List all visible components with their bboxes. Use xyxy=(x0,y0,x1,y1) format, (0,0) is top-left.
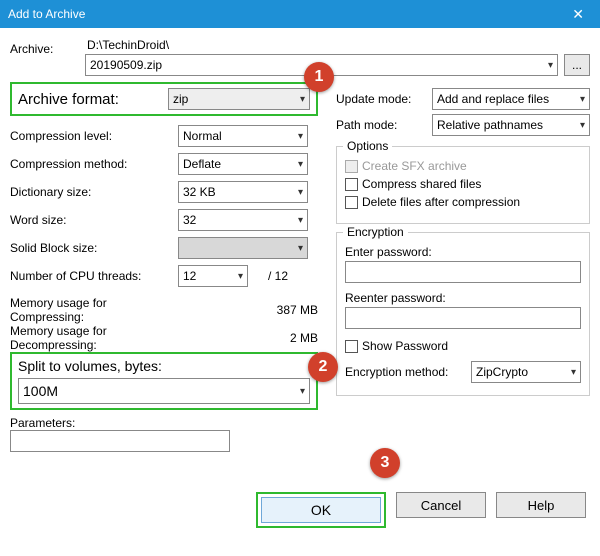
ok-highlight: OK xyxy=(256,492,386,528)
mem-compress-label: Memory usage for Compressing: xyxy=(10,296,178,324)
cpu-threads-combo[interactable]: 12 ▾ xyxy=(178,265,248,287)
chevron-down-icon: ▾ xyxy=(298,131,303,142)
compression-level-value: Normal xyxy=(183,129,222,143)
archive-path-text: D:\TechinDroid\ xyxy=(85,36,590,54)
compression-method-combo[interactable]: Deflate ▾ xyxy=(178,153,308,175)
help-label: Help xyxy=(528,498,555,513)
word-size-combo[interactable]: 32 ▾ xyxy=(178,209,308,231)
titlebar: Add to Archive ✕ xyxy=(0,0,600,28)
create-sfx-label: Create SFX archive xyxy=(362,159,467,173)
options-title: Options xyxy=(343,139,392,153)
parameters-label: Parameters: xyxy=(10,416,318,430)
compression-level-label: Compression level: xyxy=(10,129,178,143)
checkbox-icon xyxy=(345,196,358,209)
left-column: 1 Archive format: zip ▾ Compression leve… xyxy=(10,82,318,452)
right-column: Update mode: Add and replace files ▾ Pat… xyxy=(336,82,590,452)
delete-after-label: Delete files after compression xyxy=(362,195,520,209)
archive-filename-value: 20190509.zip xyxy=(90,58,162,72)
split-volumes-highlight: Split to volumes, bytes: 100M ▾ xyxy=(10,352,318,410)
encryption-method-value: ZipCrypto xyxy=(476,365,528,379)
chevron-down-icon: ▾ xyxy=(548,60,553,71)
show-password-label: Show Password xyxy=(362,339,448,353)
parameters-input[interactable] xyxy=(10,430,230,452)
badge-1: 1 xyxy=(304,62,334,92)
dictionary-size-combo[interactable]: 32 KB ▾ xyxy=(178,181,308,203)
window-title: Add to Archive xyxy=(8,7,85,21)
browse-button[interactable]: ... xyxy=(564,54,590,76)
reenter-password-label: Reenter password: xyxy=(345,291,581,305)
encryption-title: Encryption xyxy=(343,225,408,239)
chevron-down-icon: ▾ xyxy=(298,159,303,170)
chevron-down-icon: ▾ xyxy=(298,187,303,198)
archive-format-combo[interactable]: zip ▾ xyxy=(168,88,310,110)
cpu-threads-value: 12 xyxy=(183,269,196,283)
chevron-down-icon: ▾ xyxy=(300,386,305,397)
mem-compress-value: 387 MB xyxy=(178,303,318,317)
mem-decompress-value: 2 MB xyxy=(178,331,318,345)
split-volumes-combo[interactable]: 100M ▾ xyxy=(18,378,310,404)
compression-method-label: Compression method: xyxy=(10,157,178,171)
chevron-down-icon: ▾ xyxy=(571,367,576,378)
ok-label: OK xyxy=(311,502,331,518)
archive-format-value: zip xyxy=(173,92,188,106)
compress-shared-checkbox[interactable]: Compress shared files xyxy=(345,177,581,191)
badge-2: 2 xyxy=(308,352,338,382)
cpu-threads-total: / 12 xyxy=(248,269,288,283)
solid-block-label: Solid Block size: xyxy=(10,241,178,255)
dialog-content: Archive: D:\TechinDroid\ 20190509.zip ▾ … xyxy=(0,28,600,452)
dictionary-size-label: Dictionary size: xyxy=(10,185,178,199)
enter-password-label: Enter password: xyxy=(345,245,581,259)
split-volumes-value: 100M xyxy=(23,383,58,399)
update-mode-value: Add and replace files xyxy=(437,92,549,106)
chevron-down-icon: ▾ xyxy=(580,94,585,105)
browse-label: ... xyxy=(572,58,582,72)
button-bar: 3 OK Cancel Help xyxy=(0,482,600,540)
cpu-threads-label: Number of CPU threads: xyxy=(10,269,178,283)
archive-label: Archive: xyxy=(10,36,85,56)
compress-shared-label: Compress shared files xyxy=(362,177,481,191)
word-size-value: 32 xyxy=(183,213,196,227)
checkbox-icon xyxy=(345,178,358,191)
enter-password-input[interactable] xyxy=(345,261,581,283)
path-mode-value: Relative pathnames xyxy=(437,118,543,132)
encryption-method-combo[interactable]: ZipCrypto ▾ xyxy=(471,361,581,383)
path-mode-combo[interactable]: Relative pathnames ▾ xyxy=(432,114,590,136)
update-mode-label: Update mode: xyxy=(336,92,432,106)
options-group: Options Create SFX archive Compress shar… xyxy=(336,146,590,224)
cancel-label: Cancel xyxy=(421,498,461,513)
archive-format-label: Archive format: xyxy=(18,91,168,108)
chevron-down-icon: ▾ xyxy=(298,243,303,254)
split-volumes-label: Split to volumes, bytes: xyxy=(18,358,310,374)
chevron-down-icon: ▾ xyxy=(238,271,243,282)
solid-block-combo: ▾ xyxy=(178,237,308,259)
compression-level-combo[interactable]: Normal ▾ xyxy=(178,125,308,147)
checkbox-icon xyxy=(345,160,358,173)
chevron-down-icon: ▾ xyxy=(298,215,303,226)
archive-format-highlight: Archive format: zip ▾ xyxy=(10,82,318,116)
encryption-group: Encryption Enter password: Reenter passw… xyxy=(336,232,590,396)
badge-3: 3 xyxy=(370,448,400,478)
compression-method-value: Deflate xyxy=(183,157,221,171)
dictionary-size-value: 32 KB xyxy=(183,185,216,199)
reenter-password-input[interactable] xyxy=(345,307,581,329)
archive-row: Archive: D:\TechinDroid\ 20190509.zip ▾ … xyxy=(10,36,590,76)
close-icon[interactable]: ✕ xyxy=(564,6,592,23)
word-size-label: Word size: xyxy=(10,213,178,227)
show-password-checkbox[interactable]: Show Password xyxy=(345,339,581,353)
chevron-down-icon: ▾ xyxy=(300,94,305,105)
ok-button[interactable]: OK xyxy=(261,497,381,523)
chevron-down-icon: ▾ xyxy=(580,120,585,131)
mem-decompress-label: Memory usage for Decompressing: xyxy=(10,324,178,352)
path-mode-label: Path mode: xyxy=(336,118,432,132)
encryption-method-label: Encryption method: xyxy=(345,365,471,379)
delete-after-checkbox[interactable]: Delete files after compression xyxy=(345,195,581,209)
help-button[interactable]: Help xyxy=(496,492,586,518)
cancel-button[interactable]: Cancel xyxy=(396,492,486,518)
update-mode-combo[interactable]: Add and replace files ▾ xyxy=(432,88,590,110)
checkbox-icon xyxy=(345,340,358,353)
create-sfx-checkbox: Create SFX archive xyxy=(345,159,581,173)
